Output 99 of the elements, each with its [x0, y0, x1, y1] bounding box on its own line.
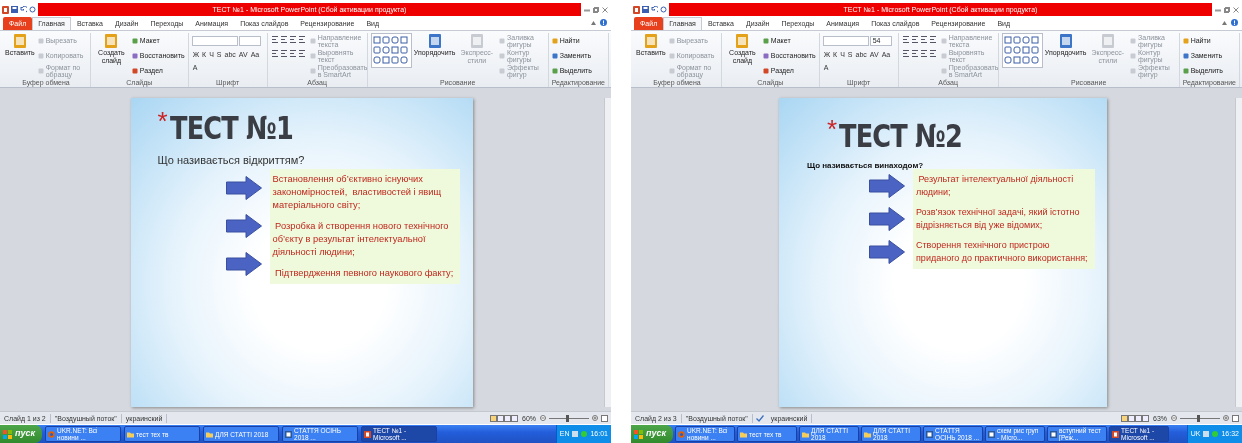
fit-icon[interactable]: [1232, 414, 1239, 422]
command-icon: [1182, 67, 1189, 74]
command-icon: [37, 37, 44, 44]
command-icon: [735, 33, 750, 49]
close-icon[interactable]: [1233, 6, 1239, 13]
answer-text: Підтвердження певного наукового факту;: [274, 266, 455, 280]
close-icon[interactable]: [602, 6, 608, 13]
app-logo-icon: [1112, 430, 1120, 438]
command-icon: [668, 67, 675, 74]
command-icon: [643, 33, 658, 49]
question-text: Що називається винаходом?: [807, 160, 925, 172]
slider-thumb[interactable]: [565, 414, 569, 422]
title-mark: *: [827, 118, 838, 140]
arrow-icon: [225, 175, 262, 200]
command-icon: [309, 67, 316, 74]
command-icon: [940, 52, 947, 59]
caret-icon[interactable]: [1222, 20, 1227, 25]
command-icon: [104, 33, 119, 49]
answer-text: Створення технічного пристрою приданого до практичного використання;: [916, 239, 1089, 265]
question-text: Що називається відкриттям?: [157, 153, 306, 168]
undo-icon[interactable]: [20, 6, 27, 13]
arrow-icon: [225, 214, 262, 239]
start-button[interactable]: пуск: [631, 425, 674, 443]
command-icon: [1182, 52, 1189, 59]
command-icon: [1100, 33, 1115, 49]
slide-title: ТЕСТ №2: [839, 118, 963, 154]
answer-text: Встановлення об’єктивно існуючих закономірностей, властивостей і явищ матеріального світу;: [272, 172, 443, 212]
folder-icon: [864, 430, 872, 438]
caret-icon[interactable]: [591, 20, 596, 25]
zoom-in-icon[interactable]: [592, 415, 598, 421]
command-icon: [12, 33, 27, 49]
command-icon: [427, 33, 442, 49]
document-icon: [1050, 430, 1058, 438]
start-button[interactable]: пуск: [0, 425, 43, 443]
command-icon: [309, 37, 316, 44]
command-icon: [668, 37, 675, 44]
restore-icon[interactable]: [593, 6, 599, 13]
command-icon: [1130, 67, 1137, 74]
windows-flag-icon: [3, 429, 12, 439]
command-icon: [940, 67, 947, 74]
arrow-icon: [225, 252, 262, 277]
undo-icon[interactable]: [651, 6, 658, 13]
command-icon: [551, 52, 558, 59]
folder-icon: [206, 430, 214, 438]
check-icon[interactable]: [755, 414, 764, 422]
folder-icon: [802, 430, 810, 438]
windows-flag-icon: [634, 429, 643, 439]
command-icon: [1130, 52, 1137, 59]
vertical-scrollbar[interactable]: [604, 98, 611, 407]
browser-icon: [48, 430, 56, 438]
save-icon[interactable]: [642, 6, 649, 13]
answer-text: Розробка й створення нового технічного об’єкту в результат інтелектуальної діяльності людини;: [272, 219, 450, 259]
save-icon[interactable]: [11, 6, 18, 13]
document-icon: [285, 430, 293, 438]
fit-icon[interactable]: [601, 414, 608, 422]
command-icon: [551, 67, 558, 74]
command-icon: [551, 37, 558, 44]
shapes-gallery-drawing[interactable]: [1001, 33, 1043, 68]
arrow-icon: [869, 206, 905, 231]
command-icon: [37, 52, 44, 59]
document-icon: [988, 430, 996, 438]
folder-icon: [740, 430, 748, 438]
command-icon: [1182, 37, 1189, 44]
slide-title: ТЕСТ №1: [169, 110, 293, 146]
combo-field[interactable]: [238, 36, 261, 46]
command-icon: [762, 52, 769, 59]
command-icon: [37, 67, 44, 74]
browser-icon: [678, 430, 686, 438]
arrow-icon: [869, 173, 905, 198]
shapes-gallery-drawing[interactable]: [370, 33, 412, 68]
command-icon: [1058, 33, 1073, 49]
command-icon: [131, 52, 138, 59]
answer-text: Розв’язок технічної задачі, який істотно відрізняється від уже відомих;: [916, 206, 1081, 232]
command-icon: [668, 52, 675, 59]
combo-field[interactable]: [822, 36, 869, 46]
app-logo-icon: [364, 430, 372, 438]
command-icon: [499, 67, 506, 74]
arrow-icon: [869, 239, 905, 264]
command-icon: [762, 37, 769, 44]
answer-text: Результат інтелектуальної діяльності людини;: [916, 173, 1075, 199]
zoom-out-icon[interactable]: [540, 415, 546, 421]
zoom-out-icon[interactable]: [1171, 415, 1177, 421]
document-icon: [926, 430, 934, 438]
command-icon: [469, 33, 484, 49]
combo-field[interactable]: [191, 36, 238, 46]
restore-icon[interactable]: [1224, 6, 1230, 13]
command-icon: [131, 67, 138, 74]
command-icon: [940, 37, 947, 44]
command-icon: [499, 37, 506, 44]
zoom-in-icon[interactable]: [1223, 415, 1229, 421]
command-icon: [1130, 37, 1137, 44]
command-icon: [131, 37, 138, 44]
command-icon: [309, 52, 316, 59]
slider-thumb[interactable]: [1196, 414, 1200, 422]
folder-icon: [127, 430, 135, 438]
command-icon: [762, 67, 769, 74]
vertical-scrollbar[interactable]: [1235, 98, 1242, 407]
command-icon: [499, 52, 506, 59]
title-mark: *: [157, 110, 168, 132]
